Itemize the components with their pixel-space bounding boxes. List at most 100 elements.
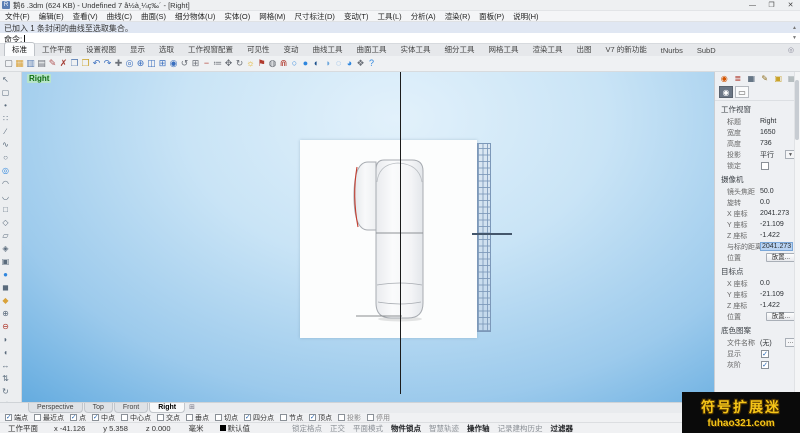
panel-scrollbar[interactable] bbox=[794, 72, 800, 402]
row-button[interactable]: 放置... bbox=[765, 253, 796, 262]
osnap-item[interactable]: 最近点 bbox=[34, 413, 64, 423]
row-value[interactable]: 2041.273 bbox=[760, 242, 794, 251]
cplane-button[interactable]: 工作平面 bbox=[8, 423, 38, 433]
menu-item[interactable]: 实体(O) bbox=[224, 11, 250, 22]
toolbar-tab[interactable]: 渲染工具 bbox=[526, 43, 570, 56]
xray-icon[interactable]: ◌ bbox=[333, 57, 344, 70]
osnap-item[interactable]: 投影 bbox=[338, 413, 361, 423]
status-toggle[interactable]: 物件锁点 bbox=[391, 423, 421, 433]
row-value[interactable]: Right bbox=[760, 118, 776, 125]
layers-panel-icon[interactable]: ≣ bbox=[733, 74, 744, 84]
viewport-tab[interactable]: Top bbox=[83, 403, 113, 413]
point-icon[interactable]: • bbox=[0, 99, 11, 112]
status-toggle[interactable]: 操作轴 bbox=[467, 423, 490, 433]
toolbar-tab[interactable]: 曲面工具 bbox=[350, 43, 394, 56]
osnap-checkbox[interactable] bbox=[5, 414, 12, 421]
move-tool-icon[interactable]: ↔ bbox=[0, 359, 11, 372]
select-icon[interactable]: ↖ bbox=[0, 73, 11, 86]
osnap-item[interactable]: 交点 bbox=[157, 413, 180, 423]
row-value[interactable]: -1.422 bbox=[760, 232, 780, 239]
close-button[interactable]: ✕ bbox=[781, 0, 800, 11]
toolbar-tab[interactable]: SubD bbox=[690, 45, 723, 56]
shaded-icon[interactable]: ● bbox=[300, 57, 311, 70]
scroll-up-icon[interactable]: ▲ bbox=[792, 23, 797, 33]
menu-item[interactable]: 变动(T) bbox=[344, 11, 369, 22]
object-properties-tab[interactable]: ▭ bbox=[735, 86, 749, 98]
scroll-down-icon[interactable]: ▼ bbox=[792, 33, 797, 43]
osnap-checkbox[interactable] bbox=[280, 414, 287, 421]
row-value[interactable]: 1650 bbox=[760, 129, 776, 136]
menu-item[interactable]: 尺寸标注(D) bbox=[295, 11, 335, 22]
copy-tool-icon[interactable]: ⇅ bbox=[0, 372, 11, 385]
row-value[interactable]: 736 bbox=[760, 140, 772, 147]
osnap-item[interactable]: 顶点 bbox=[309, 413, 332, 423]
current-layer[interactable]: 默认值 bbox=[219, 423, 250, 433]
boolean-diff-icon[interactable]: ⊖ bbox=[0, 320, 11, 333]
redo-icon[interactable]: ↷ bbox=[102, 57, 113, 70]
status-toggle[interactable]: 智慧轨迹 bbox=[429, 423, 459, 433]
viewport-tab[interactable]: Front bbox=[113, 403, 149, 413]
osnap-checkbox[interactable] bbox=[186, 414, 193, 421]
arc2-icon[interactable]: ◡ bbox=[0, 190, 11, 203]
viewport-properties-tab[interactable]: ◉ bbox=[719, 86, 733, 98]
toolbar-tab[interactable]: 选取 bbox=[152, 43, 181, 56]
mouse-icon[interactable]: ❖ bbox=[355, 57, 366, 70]
undo-view-icon[interactable]: ↺ bbox=[179, 57, 190, 70]
boolean-union-icon[interactable]: ⊕ bbox=[0, 307, 11, 320]
row-value[interactable]: 0.0 bbox=[760, 280, 770, 287]
notes-panel-icon[interactable]: ✎ bbox=[760, 74, 771, 84]
units-label[interactable]: 毫米 bbox=[189, 423, 204, 433]
toolbar-tab[interactable]: 工作平面 bbox=[35, 43, 79, 56]
material-ball-icon[interactable]: ◕ bbox=[344, 57, 355, 70]
osnap-checkbox[interactable] bbox=[92, 414, 99, 421]
row-button[interactable]: 放置... bbox=[765, 312, 796, 321]
osnap-item[interactable]: 端点 bbox=[5, 413, 28, 423]
toolbar-tab[interactable]: 显示 bbox=[123, 43, 152, 56]
menu-item[interactable]: 编辑(E) bbox=[39, 11, 64, 22]
status-toggle[interactable]: 锁定格点 bbox=[292, 423, 322, 433]
move-icon[interactable]: ✥ bbox=[223, 57, 234, 70]
viewport-title[interactable]: Right bbox=[27, 74, 52, 83]
osnap-item[interactable]: 停用 bbox=[367, 413, 390, 423]
menu-item[interactable]: 查看(V) bbox=[73, 11, 98, 22]
zoom-selected-icon[interactable]: ◉ bbox=[168, 57, 179, 70]
zoom-in-icon[interactable]: ⊕ bbox=[135, 57, 146, 70]
toolbar-tab[interactable]: 实体工具 bbox=[394, 43, 438, 56]
row-value[interactable]: 2041.273 bbox=[760, 210, 789, 217]
circle-icon[interactable]: ○ bbox=[0, 151, 11, 164]
osnap-item[interactable]: 中点 bbox=[92, 413, 115, 423]
box-icon[interactable]: ◼ bbox=[0, 281, 11, 294]
properties-panel-icon[interactable]: ◉ bbox=[719, 74, 730, 84]
osnap-item[interactable]: 四分点 bbox=[244, 413, 274, 423]
extrude-icon[interactable]: ▣ bbox=[0, 255, 11, 268]
menu-item[interactable]: 渲染(R) bbox=[445, 11, 470, 22]
osnap-item[interactable]: 中心点 bbox=[121, 413, 151, 423]
lamp-icon[interactable]: ☼ bbox=[245, 57, 256, 70]
row-checkbox[interactable] bbox=[761, 349, 769, 358]
menu-item[interactable]: 分析(A) bbox=[411, 11, 436, 22]
toolbar-tab[interactable]: V7 的新功能 bbox=[599, 43, 654, 56]
sphere-icon[interactable]: ● bbox=[0, 268, 11, 281]
row-checkbox[interactable] bbox=[761, 161, 769, 170]
rectangle-icon[interactable]: □ bbox=[0, 203, 11, 216]
ellipse-icon[interactable]: ◎ bbox=[0, 164, 11, 177]
osnap-item[interactable]: 节点 bbox=[280, 413, 303, 423]
lock-icon[interactable]: ◍ bbox=[267, 57, 278, 70]
toolbar-tab[interactable]: 标准 bbox=[4, 42, 35, 56]
row-value[interactable]: -1.422 bbox=[760, 302, 780, 309]
pan-icon[interactable]: ✚ bbox=[113, 57, 124, 70]
osnap-checkbox[interactable] bbox=[244, 414, 251, 421]
osnap-checkbox[interactable] bbox=[215, 414, 222, 421]
zoom-icon[interactable]: ◎ bbox=[124, 57, 135, 70]
edit-page-icon[interactable]: ✎ bbox=[47, 57, 58, 70]
surface-tools-icon[interactable]: ◈ bbox=[0, 242, 11, 255]
menu-item[interactable]: 细分物体(U) bbox=[175, 11, 215, 22]
fillet-icon[interactable]: ◗ bbox=[0, 333, 11, 346]
status-toggle[interactable]: 平面模式 bbox=[353, 423, 383, 433]
rotate-icon[interactable]: ↻ bbox=[234, 57, 245, 70]
arc-icon[interactable]: ◠ bbox=[0, 177, 11, 190]
status-toggle[interactable]: 过滤器 bbox=[551, 423, 574, 433]
delete-icon[interactable]: ✗ bbox=[58, 57, 69, 70]
toolbar-tab[interactable]: 工作视窗配置 bbox=[181, 43, 240, 56]
osnap-checkbox[interactable] bbox=[157, 414, 164, 421]
